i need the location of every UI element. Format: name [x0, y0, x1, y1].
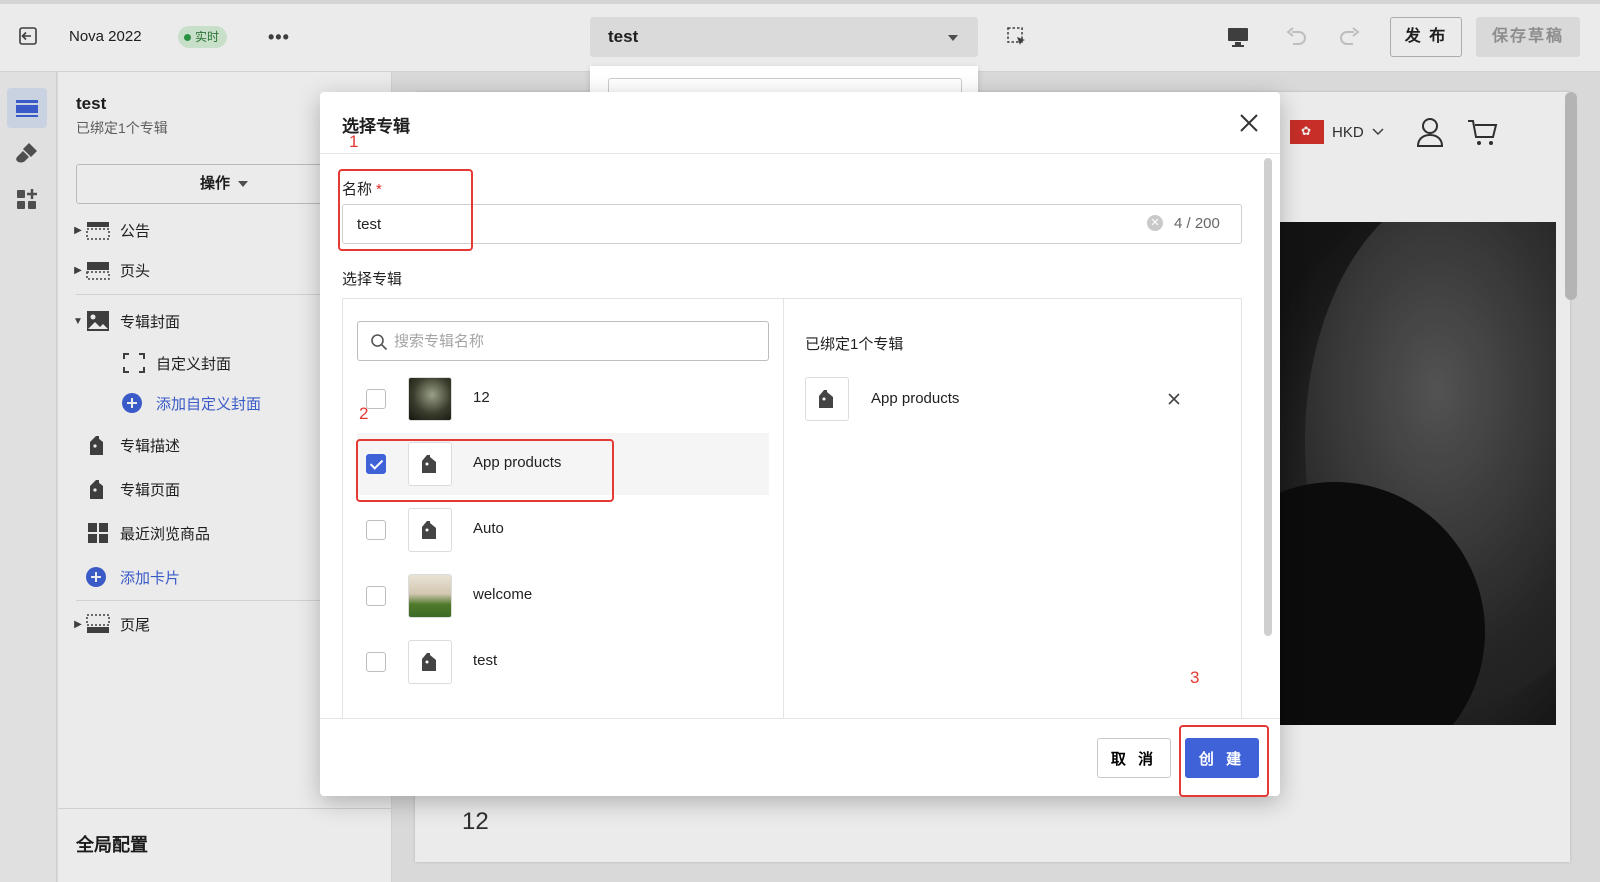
album-row[interactable]: welcome [357, 565, 769, 627]
annotation-number-3: 3 [1190, 668, 1200, 687]
album-thumbnail [408, 377, 452, 421]
char-counter: 4 / 200 [1174, 215, 1220, 232]
album-checkbox[interactable] [366, 586, 386, 606]
remove-icon[interactable] [1165, 390, 1183, 408]
annotation-box-1 [338, 169, 473, 251]
close-icon[interactable] [1238, 112, 1260, 134]
album-thumbnail [408, 574, 452, 618]
album-row[interactable]: test [357, 631, 769, 693]
clear-icon[interactable]: ✕ [1147, 215, 1163, 231]
album-search[interactable] [357, 321, 769, 361]
divider [320, 153, 1280, 154]
search-icon [370, 333, 388, 354]
name-input[interactable] [342, 204, 1242, 244]
annotation-box-3 [1179, 725, 1269, 797]
divider [783, 299, 784, 719]
bound-album-name: App products [871, 390, 960, 407]
album-name: test [473, 652, 498, 669]
divider [320, 718, 1280, 719]
album-name: Auto [473, 520, 504, 537]
album-checkbox[interactable] [366, 389, 386, 409]
album-name: welcome [473, 586, 533, 603]
album-checkbox[interactable] [366, 520, 386, 540]
page-select-dropdown [590, 66, 978, 98]
annotation-number-1: 1 [349, 132, 359, 151]
tag-icon [408, 640, 452, 684]
dialog-scrollbar[interactable] [1264, 158, 1272, 636]
album-checkbox[interactable] [366, 652, 386, 672]
annotation-box-2 [356, 439, 614, 502]
bound-album-item: App products [805, 377, 1225, 423]
bound-albums-title: 已绑定1个专辑 [805, 336, 904, 353]
tag-icon [408, 508, 452, 552]
album-row[interactable]: Auto [357, 499, 769, 561]
annotation-number-2: 2 [359, 404, 369, 423]
album-picker: 12 App products Auto welcome test 已绑定1个专… [342, 298, 1242, 719]
album-name: 12 [473, 389, 490, 406]
select-album-label: 选择专辑 [342, 271, 403, 288]
album-row[interactable]: 12 [357, 368, 769, 430]
tag-icon [805, 377, 849, 421]
cancel-button[interactable]: 取 消 [1097, 738, 1171, 778]
album-search-input[interactable] [394, 330, 754, 352]
